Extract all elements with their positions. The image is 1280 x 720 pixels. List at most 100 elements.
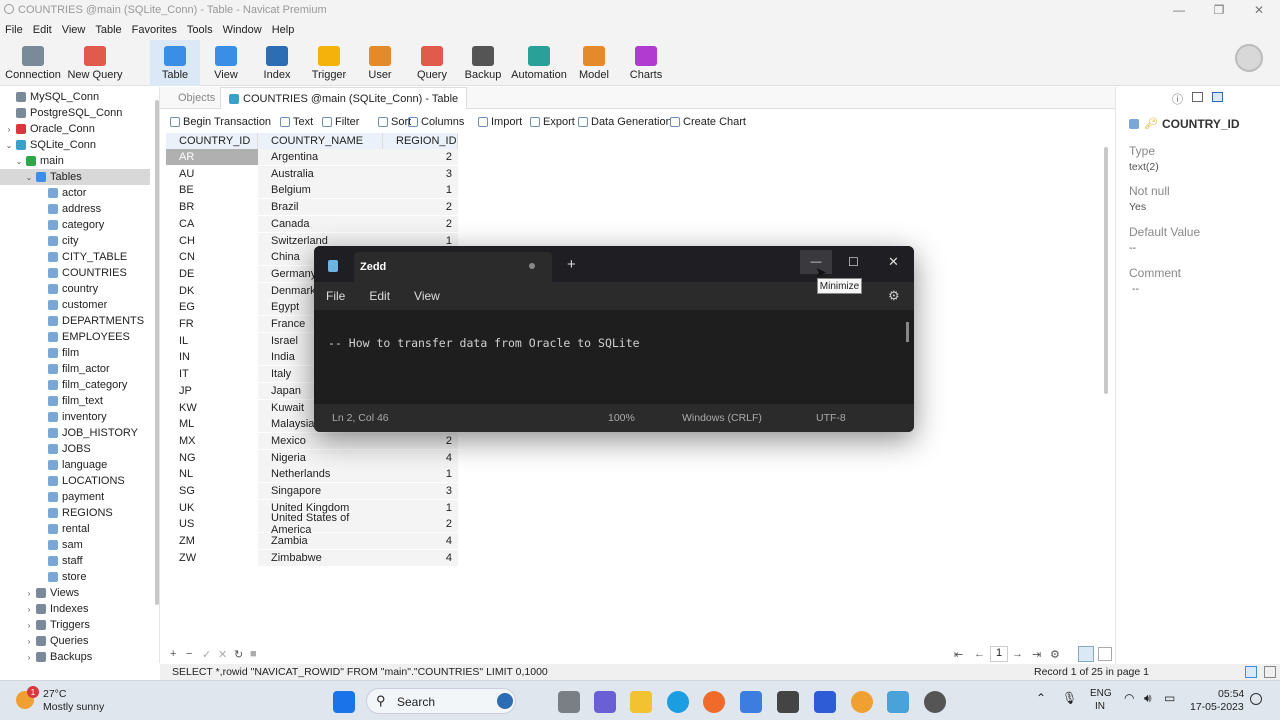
menu-file[interactable]: File	[0, 24, 28, 36]
panel-layout-icon[interactable]	[1264, 666, 1276, 678]
cell-region-id[interactable]: 4	[383, 533, 458, 550]
clock-time[interactable]: 05:54	[1218, 688, 1244, 700]
cell-country-name[interactable]: Zambia	[258, 533, 383, 550]
menu-favorites[interactable]: Favorites	[127, 24, 182, 36]
cell-country-id[interactable]: JP	[166, 383, 258, 399]
new-tab-icon[interactable]: +	[567, 256, 576, 273]
grid-scrollbar[interactable]	[1104, 147, 1108, 394]
cell-region-id[interactable]: 4	[383, 449, 458, 466]
zedd-settings-icon[interactable]: ⚙	[888, 288, 900, 304]
cell-country-id[interactable]: ML	[166, 416, 258, 432]
menu-table[interactable]: Table	[90, 24, 126, 36]
table-row[interactable]: SG Singapore 3	[166, 483, 458, 500]
toolbar-trigger-button[interactable]: Trigger	[304, 40, 354, 86]
cell-region-id[interactable]: 3	[383, 483, 458, 499]
table-item-category[interactable]: category	[48, 217, 104, 233]
cell-country-id[interactable]: BR	[166, 199, 258, 215]
form-view-icon[interactable]	[1098, 647, 1112, 661]
cell-country-name[interactable]: Nigeria	[258, 449, 383, 466]
table-row[interactable]: NL Netherlands 1	[166, 466, 458, 483]
zoom-level[interactable]: 100%	[608, 412, 635, 424]
vscode-icon[interactable]	[814, 691, 836, 713]
table-item-language[interactable]: language	[48, 457, 107, 473]
weather-temp[interactable]: 27°C	[43, 688, 66, 700]
table-item-store[interactable]: store	[48, 569, 86, 585]
chevron-right-icon[interactable]: ›	[24, 589, 34, 598]
cell-country-name[interactable]: Zimbabwe	[258, 549, 383, 566]
toolbar-automation-button[interactable]: Automation	[508, 40, 570, 86]
table-row[interactable]: MX Mexico 2	[166, 432, 458, 450]
chevron-right-icon[interactable]: ›	[24, 637, 34, 646]
table-item-film-actor[interactable]: film_actor	[48, 361, 110, 377]
line-ending[interactable]: Windows (CRLF)	[682, 412, 762, 424]
cell-country-id[interactable]: ZW	[166, 550, 258, 566]
cell-region-id[interactable]: 2	[383, 516, 458, 533]
close-icon[interactable]: ✕	[1240, 0, 1278, 20]
subtoolbar-sort-button[interactable]: Sort	[378, 116, 411, 128]
menu-tools[interactable]: Tools	[182, 24, 218, 36]
toolbar-query-button[interactable]: Query	[406, 40, 458, 86]
user-avatar[interactable]	[1235, 44, 1263, 72]
table-item-sam[interactable]: sam	[48, 537, 83, 553]
add-record-icon[interactable]: +	[170, 648, 176, 660]
column-header-region-id[interactable]: REGION_ID	[383, 133, 458, 149]
cell-country-id[interactable]: CH	[166, 233, 258, 249]
volume-icon[interactable]: 🔊︎	[1144, 691, 1152, 706]
cell-country-id[interactable]: DK	[166, 283, 258, 299]
subtoolbar-export-button[interactable]: Export	[530, 116, 575, 128]
cell-country-id[interactable]: AR	[166, 149, 258, 165]
cell-country-id[interactable]: FR	[166, 316, 258, 332]
zedd-menu-edit[interactable]: Edit	[369, 289, 390, 303]
cell-country-id[interactable]: NG	[166, 450, 258, 466]
clock-date[interactable]: 17-05-2023	[1190, 701, 1244, 713]
zedd-tab[interactable]: Zedd	[354, 252, 552, 282]
cell-country-name[interactable]: Mexico	[258, 432, 383, 449]
cursor-position[interactable]: Ln 2, Col 46	[332, 412, 389, 424]
cell-region-id[interactable]: 1	[383, 182, 458, 199]
table-item-customer[interactable]: customer	[48, 297, 107, 313]
toolbar-user-button[interactable]: User	[356, 40, 404, 86]
teams-icon[interactable]	[594, 691, 616, 713]
table-item-job-history[interactable]: JOB_HISTORY	[48, 425, 138, 441]
cell-country-name[interactable]: Singapore	[258, 483, 383, 499]
table-item-jobs[interactable]: JOBS	[48, 441, 91, 457]
zedd-close-icon[interactable]: ✕	[888, 254, 899, 270]
ddl-icon[interactable]	[1192, 92, 1203, 102]
discard-icon[interactable]: ✕	[218, 648, 227, 661]
chevron-right-icon[interactable]: ›	[24, 621, 34, 630]
restore-icon[interactable]: ❐	[1200, 0, 1238, 20]
cell-country-id[interactable]: CN	[166, 249, 258, 265]
cell-region-id[interactable]: 2	[383, 199, 458, 216]
subtoolbar-begin-transaction-button[interactable]: Begin Transaction	[170, 116, 271, 128]
chevron-right-icon[interactable]: ›	[4, 125, 14, 134]
next-page-icon[interactable]: →	[1012, 648, 1023, 660]
cell-region-id[interactable]: 2	[383, 215, 458, 232]
unsaved-dot-icon[interactable]	[529, 263, 535, 269]
cell-region-id[interactable]: 3	[383, 165, 458, 182]
connection-sqlite-conn[interactable]: ⌄ SQLite_Conn	[4, 137, 96, 153]
lang-primary[interactable]: ENG	[1090, 688, 1112, 699]
store-icon[interactable]	[740, 691, 762, 713]
menu-window[interactable]: Window	[218, 24, 267, 36]
first-page-icon[interactable]: ⇤	[954, 648, 963, 661]
toolbar-connection-button[interactable]: Connection	[4, 40, 62, 86]
table-item-country[interactable]: country	[48, 281, 98, 297]
chevron-down-icon[interactable]: ⌄	[14, 157, 24, 166]
table-row[interactable]: ▶ARArgentina2	[166, 149, 458, 166]
zedd-maximize-icon[interactable]: ☐	[848, 255, 859, 269]
table-item-payment[interactable]: payment	[48, 489, 104, 505]
table-item-departments[interactable]: DEPARTMENTS	[48, 313, 144, 329]
app-icon-dark[interactable]	[777, 691, 799, 713]
tables-folder[interactable]: ⌄ Tables	[0, 169, 150, 185]
cell-region-id[interactable]: 2	[383, 149, 458, 165]
refresh-icon[interactable]: ↻	[234, 648, 243, 661]
fields-icon[interactable]	[1212, 92, 1223, 102]
prev-page-icon[interactable]: ←	[974, 648, 985, 660]
table-row[interactable]: NG Nigeria 4	[166, 449, 458, 467]
chevron-down-icon[interactable]: ⌄	[4, 141, 14, 150]
toolbar-index-button[interactable]: Index	[252, 40, 302, 86]
toolbar-backup-button[interactable]: Backup	[460, 40, 506, 86]
subtoolbar-text-button[interactable]: Text	[280, 116, 313, 128]
cell-country-id[interactable]: DE	[166, 266, 258, 282]
table-row[interactable]: ZM Zambia 4	[166, 533, 458, 550]
